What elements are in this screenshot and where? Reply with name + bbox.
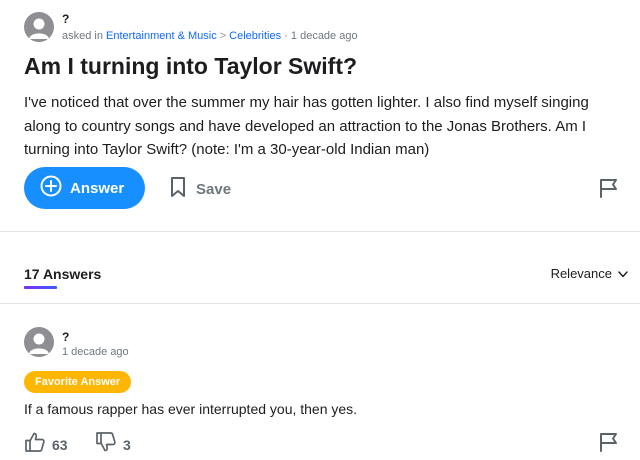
category-link[interactable]: Entertainment & Music <box>106 30 217 42</box>
chevron-down-icon <box>618 266 628 281</box>
subcategory-link[interactable]: Celebrities <box>229 30 281 42</box>
answer-button-label: Answer <box>70 179 125 197</box>
answer-time: 1 decade ago <box>62 346 129 358</box>
answer-flag-icon[interactable] <box>598 432 620 457</box>
flag-icon[interactable] <box>598 178 620 203</box>
save-button[interactable]: Save <box>170 176 231 203</box>
asker-name[interactable]: ? <box>62 12 69 26</box>
question-meta: asked in Entertainment & Music > Celebriti… <box>62 30 358 42</box>
bookmark-icon <box>170 176 186 203</box>
thumbs-up-icon <box>24 431 46 458</box>
answer-author-name[interactable]: ? <box>62 330 69 344</box>
answer-text: If a famous rapper has ever interrupted … <box>24 401 358 417</box>
thumbs-up-count: 63 <box>52 436 68 453</box>
sort-label: Relevance <box>550 266 612 281</box>
section-divider <box>0 231 640 232</box>
sort-dropdown[interactable]: Relevance <box>551 266 628 281</box>
answers-tab-underline <box>24 286 57 289</box>
question-body: I've noticed that over the summer my hai… <box>24 94 589 158</box>
thumbs-down-count: 3 <box>123 436 131 453</box>
favorite-answer-badge: Favorite Answer <box>24 371 132 393</box>
thumbs-up-button[interactable]: 63 <box>24 431 68 458</box>
question-title: Am I turning into Taylor Swift? <box>24 53 358 79</box>
save-button-label: Save <box>196 181 232 198</box>
thumbs-down-icon <box>95 431 117 458</box>
plus-circle-icon <box>40 175 62 202</box>
asked-prefix: asked in <box>62 30 103 42</box>
thumbs-down-button[interactable]: 3 <box>95 431 131 458</box>
answer-button[interactable]: Answer <box>24 167 145 209</box>
breadcrumb-separator: > <box>219 30 227 42</box>
user-avatar-icon[interactable] <box>24 12 54 42</box>
time-separator: · <box>284 30 288 42</box>
answers-count: 17 Answers <box>24 266 102 282</box>
answer-author-avatar-icon[interactable] <box>24 327 54 357</box>
question-time: 1 decade ago <box>290 30 358 42</box>
answers-divider <box>0 303 640 304</box>
